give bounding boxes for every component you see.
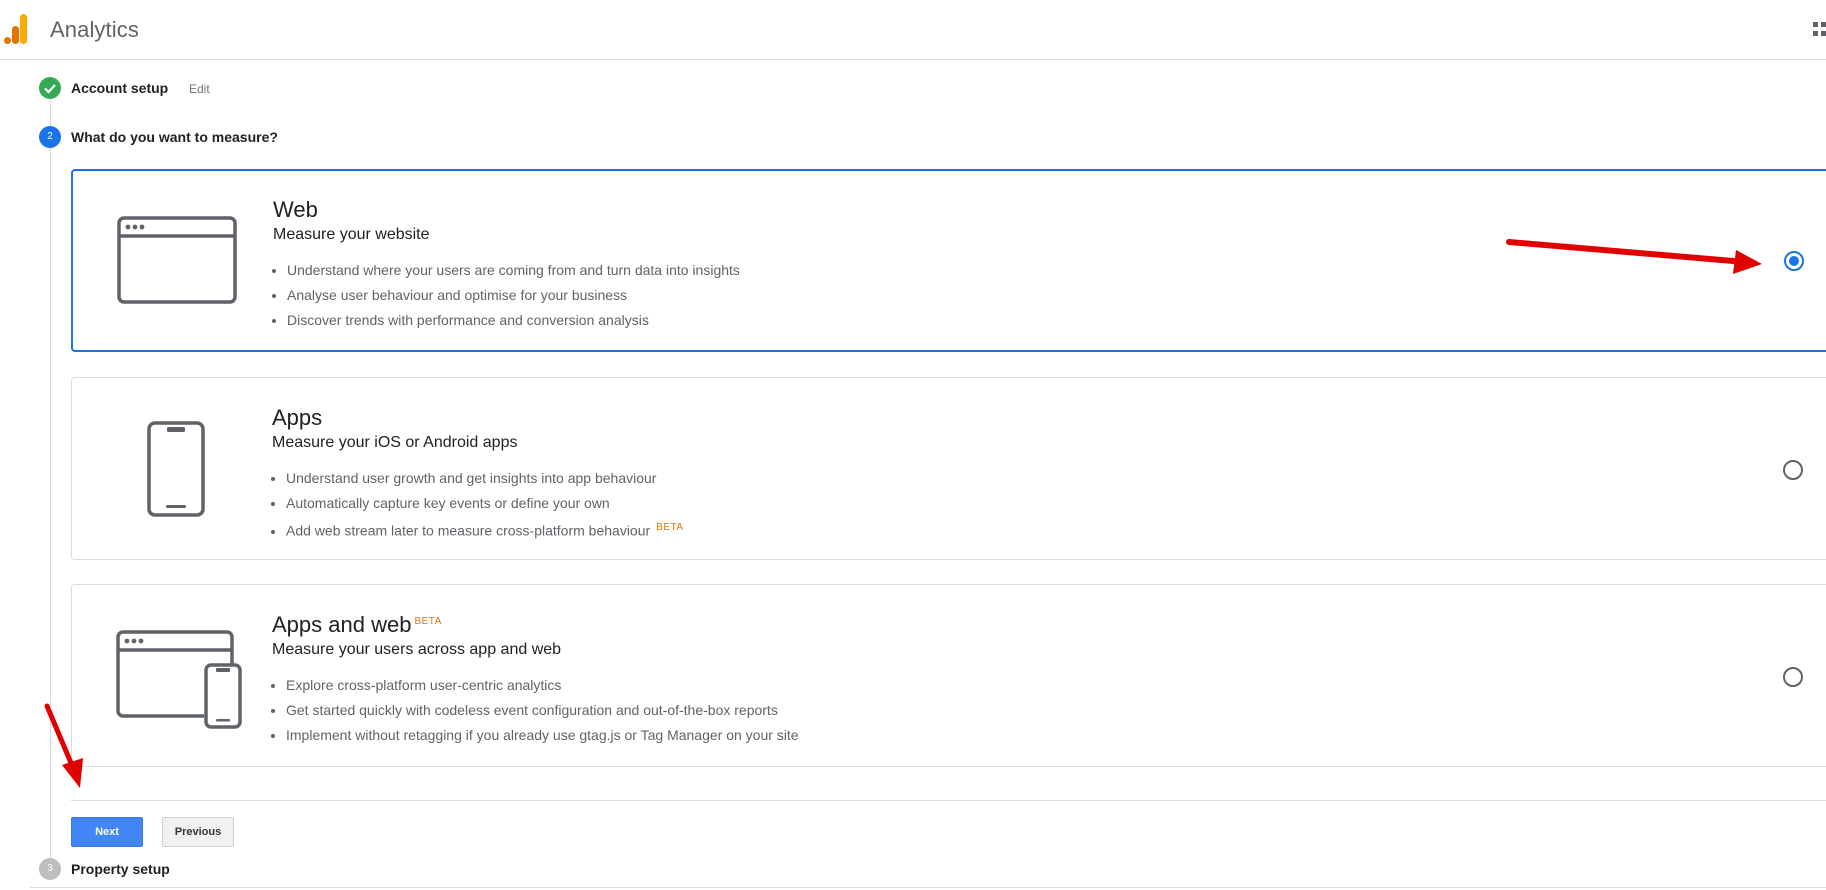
step-2-number: 2 (39, 126, 61, 148)
list-item: Understand user growth and get insights … (286, 468, 684, 493)
option-title-apps-and-web: Apps and web BETA (272, 612, 442, 638)
step-3-number: 3 (39, 858, 61, 880)
browser-and-phone-icon (116, 630, 242, 729)
option-subtitle-web: Measure your website (273, 226, 430, 243)
apps-grid-icon[interactable] (1813, 22, 1826, 38)
edit-account-setup-link[interactable]: Edit (189, 82, 210, 96)
option-card-apps-and-web[interactable]: Apps and web BETA Measure your users acro… (71, 584, 1826, 767)
list-item: Get started quickly with codeless event … (286, 700, 799, 725)
browser-window-icon (117, 216, 237, 304)
beta-badge: BETA (656, 522, 684, 533)
list-item: Discover trends with performance and con… (287, 310, 740, 335)
section-divider (71, 800, 1826, 801)
previous-button[interactable]: Previous (162, 817, 234, 847)
option-card-web[interactable]: Web Measure your website Understand wher… (71, 169, 1826, 352)
step-account-setup-label: Account setup (71, 80, 169, 96)
option-title-web: Web (273, 197, 318, 222)
list-item: Analyse user behaviour and optimise for … (287, 285, 740, 310)
step-property-setup-label: Property setup (71, 861, 170, 877)
list-item: Automatically capture key events or defi… (286, 493, 684, 518)
option-title-text: Apps and web (272, 612, 412, 637)
option-bullets-web: Understand where your users are coming f… (287, 260, 740, 335)
radio-apps-and-web[interactable] (1783, 667, 1803, 687)
option-bullets-apps: Understand user growth and get insights … (286, 468, 684, 543)
top-app-bar: Analytics (0, 0, 1826, 60)
option-subtitle-apps: Measure your iOS or Android apps (272, 434, 518, 451)
app-title[interactable]: Analytics (50, 17, 139, 43)
step-complete-check-icon (39, 77, 61, 99)
option-card-apps[interactable]: Apps Measure your iOS or Android apps Un… (71, 377, 1826, 560)
list-item-text: Add web stream later to measure cross-pl… (286, 522, 651, 539)
beta-badge: BETA (414, 615, 442, 627)
smartphone-icon (147, 421, 205, 517)
next-button[interactable]: Next (71, 817, 143, 847)
stepper-rail (50, 96, 51, 866)
analytics-logo-icon[interactable] (4, 12, 32, 44)
option-subtitle-apps-and-web: Measure your users across app and web (272, 641, 562, 658)
radio-apps[interactable] (1783, 460, 1803, 480)
list-item: Explore cross-platform user-centric anal… (286, 675, 799, 700)
option-title-apps: Apps (272, 405, 323, 430)
list-item: Implement without retagging if you alrea… (286, 725, 799, 750)
step-measure-label: What do you want to measure? (71, 129, 278, 145)
list-item: Understand where your users are coming f… (287, 260, 740, 285)
option-bullets-apps-and-web: Explore cross-platform user-centric anal… (286, 675, 799, 750)
bottom-divider (30, 887, 1826, 888)
radio-web[interactable] (1784, 251, 1804, 271)
list-item: Add web stream later to measure cross-pl… (286, 518, 684, 543)
